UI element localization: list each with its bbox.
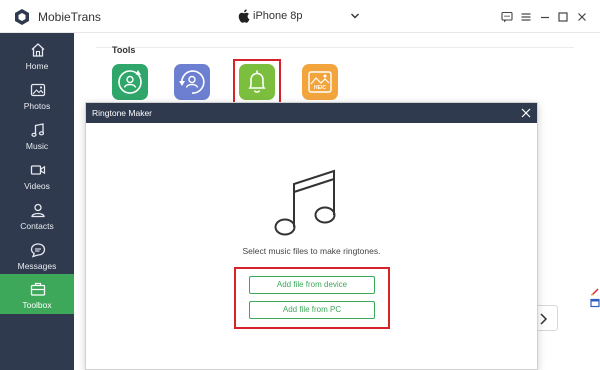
- photos-icon: [30, 83, 46, 97]
- music-icon: [31, 123, 45, 137]
- heic-converter-icon: [308, 71, 332, 93]
- highlight-box-add-buttons: [234, 267, 390, 329]
- minimize-icon[interactable]: [539, 11, 551, 23]
- pen-tool-icon[interactable]: [590, 286, 600, 296]
- close-icon[interactable]: [520, 107, 532, 119]
- feedback-icon[interactable]: [501, 11, 513, 23]
- restore-contacts-icon: [179, 70, 205, 94]
- mobietrans-logo-icon: [15, 9, 29, 25]
- ringtone-maker-dialog: Ringtone Maker Select music files to mak…: [85, 102, 538, 370]
- videos-icon: [30, 165, 46, 175]
- close-window-icon[interactable]: [576, 11, 588, 23]
- home-icon: [31, 43, 45, 57]
- chevron-down-icon[interactable]: [350, 11, 360, 21]
- sidebar-item-label: Photos: [23, 101, 51, 111]
- sidebar: Home Photos Music Videos Contacts Messag…: [0, 33, 74, 370]
- title-bar: MobieTrans iPhone 8p: [0, 0, 600, 33]
- tool-heic-converter[interactable]: HEIC: [302, 64, 338, 100]
- dialog-title: Ringtone Maker: [92, 108, 153, 118]
- sidebar-item-photos[interactable]: Photos: [0, 77, 74, 117]
- highlight-box-ringtone: [233, 59, 281, 105]
- sidebar-item-videos[interactable]: Videos: [0, 157, 74, 197]
- tool-backup[interactable]: [112, 64, 148, 100]
- device-name: iPhone 8p: [253, 10, 303, 22]
- maximize-icon[interactable]: [557, 11, 569, 23]
- menu-icon[interactable]: [520, 11, 532, 23]
- app-title: MobieTrans: [38, 10, 101, 24]
- backup-icon: [118, 70, 142, 94]
- apple-icon: [238, 9, 250, 23]
- toolbox-icon: [30, 282, 46, 296]
- music-note-icon: [274, 169, 336, 236]
- heic-badge: HEIC: [311, 85, 329, 91]
- divider: [96, 47, 574, 48]
- sidebar-item-label: Toolbox: [22, 300, 52, 310]
- sidebar-item-label: Music: [25, 141, 49, 151]
- dialog-header: Ringtone Maker: [86, 103, 537, 123]
- sidebar-item-contacts[interactable]: Contacts: [0, 197, 74, 237]
- sidebar-item-label: Videos: [24, 181, 50, 191]
- sidebar-item-label: Contacts: [20, 221, 54, 231]
- dialog-message: Select music files to make ringtones.: [242, 246, 381, 256]
- device-selector[interactable]: iPhone 8p: [236, 8, 364, 26]
- tool-restore-contacts[interactable]: [174, 64, 210, 100]
- sidebar-item-label: Messages: [17, 261, 57, 271]
- window-icon[interactable]: [590, 298, 600, 308]
- messages-icon: [30, 243, 46, 258]
- sidebar-item-home[interactable]: Home: [0, 37, 74, 77]
- contacts-icon: [31, 203, 45, 218]
- sidebar-item-label: Home: [25, 61, 49, 71]
- sidebar-item-messages[interactable]: Messages: [0, 237, 74, 277]
- sidebar-item-music[interactable]: Music: [0, 117, 74, 157]
- tools-heading: Tools: [112, 45, 136, 55]
- sidebar-item-toolbox[interactable]: Toolbox: [0, 274, 74, 314]
